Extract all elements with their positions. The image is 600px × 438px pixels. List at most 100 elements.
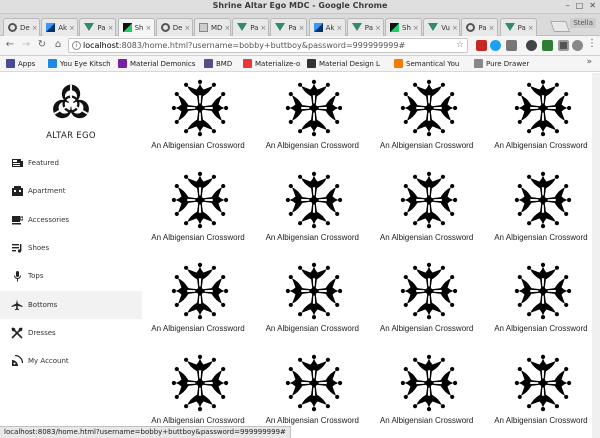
address-bar[interactable]: i localhost:8083/home.html?username=bobb…: [68, 38, 468, 53]
page-scrollbar[interactable]: [592, 73, 600, 438]
product-caption: An Albigensian Crossword: [151, 415, 245, 425]
browser-tab[interactable]: De ×: [155, 18, 193, 36]
product-card[interactable]: An Albigensian Crossword: [255, 351, 369, 438]
browser-tab[interactable]: Pa ×: [346, 18, 384, 36]
close-tab-icon[interactable]: ×: [334, 24, 342, 32]
bookmark-favicon-icon: [307, 59, 316, 68]
browser-tab[interactable]: Pa ×: [461, 18, 499, 36]
product-card[interactable]: An Albigensian Crossword: [484, 76, 598, 164]
nav-item-label: Bottoms: [28, 300, 58, 309]
bookmark-item[interactable]: You Eye Kitsch: [48, 59, 111, 68]
product-card[interactable]: An Albigensian Crossword: [255, 76, 369, 164]
vue-icon: [504, 23, 515, 32]
maximize-icon[interactable]: □: [576, 1, 584, 10]
close-tab-icon[interactable]: ×: [143, 24, 151, 32]
browser-tab[interactable]: Pa ×: [232, 18, 270, 36]
browser-tab[interactable]: Ak ×: [41, 18, 79, 36]
product-card[interactable]: An Albigensian Crossword: [141, 76, 255, 164]
product-card[interactable]: An Albigensian Crossword: [370, 259, 484, 347]
nav-item-dresses[interactable]: Dresses: [0, 319, 142, 347]
product-card[interactable]: An Albigensian Crossword: [255, 168, 369, 256]
nav-item-accessories[interactable]: Accessories: [0, 206, 142, 234]
product-card[interactable]: An Albigensian Crossword: [484, 259, 598, 347]
extension-icon[interactable]: [476, 40, 487, 51]
occitan-cross-icon: [514, 262, 572, 320]
product-card[interactable]: An Albigensian Crossword: [370, 351, 484, 438]
browser-tab[interactable]: Sh ×: [385, 18, 422, 36]
close-tab-icon[interactable]: ×: [373, 24, 381, 32]
close-tab-icon[interactable]: ×: [411, 24, 419, 32]
bookmark-item[interactable]: BMD: [204, 59, 232, 68]
product-card[interactable]: An Albigensian Crossword: [255, 259, 369, 347]
browser-tab[interactable]: De ×: [3, 18, 40, 36]
profile-button[interactable]: Stella: [570, 18, 596, 28]
close-tab-icon[interactable]: ×: [450, 24, 458, 32]
browser-tab[interactable]: Pa ×: [270, 18, 308, 36]
reload-icon[interactable]: ↻: [36, 39, 48, 50]
bookmark-item[interactable]: Materialize-o: [243, 59, 300, 68]
browser-tab[interactable]: Pa ×: [499, 18, 537, 36]
bookmark-star-icon[interactable]: ☆: [456, 39, 464, 52]
nav-item-featured[interactable]: Featured: [0, 149, 142, 177]
menu-icon[interactable]: ⋮: [586, 38, 598, 49]
bookmark-item[interactable]: Semantical You: [394, 59, 459, 68]
nav-item-apartment[interactable]: Apartment: [0, 177, 142, 205]
product-card[interactable]: An Albigensian Crossword: [484, 168, 598, 256]
close-tab-icon[interactable]: ×: [30, 24, 38, 32]
minimize-icon[interactable]: –: [566, 1, 570, 10]
twitter-icon[interactable]: [490, 40, 501, 51]
occitan-cross-icon: [400, 171, 457, 228]
extension-icon[interactable]: [572, 40, 583, 51]
bookmark-item[interactable]: Pure Drawer: [474, 59, 529, 68]
product-card[interactable]: An Albigensian Crossword: [370, 168, 484, 256]
close-tab-icon[interactable]: ×: [67, 24, 75, 32]
nav-item-bottoms[interactable]: Bottoms: [0, 290, 142, 319]
product-caption: An Albigensian Crossword: [494, 324, 588, 333]
occitan-cross-icon: [286, 171, 343, 228]
product-card[interactable]: An Albigensian Crossword: [370, 76, 484, 164]
bookmark-item[interactable]: Apps: [6, 59, 35, 68]
bookmark-item[interactable]: Material Demonics: [118, 59, 195, 68]
product-card[interactable]: An Albigensian Crossword: [484, 351, 598, 438]
close-tab-icon[interactable]: ×: [106, 24, 114, 32]
close-tab-icon[interactable]: ×: [222, 24, 230, 32]
bookmarks-overflow-icon[interactable]: »: [586, 57, 592, 67]
forward-icon[interactable]: →: [20, 39, 32, 50]
extension-icon[interactable]: [506, 40, 517, 51]
home-icon[interactable]: ⌂: [52, 39, 64, 50]
extension-icon[interactable]: [542, 40, 553, 51]
tab-label: Vu: [441, 23, 450, 32]
shrine-icon: [122, 23, 132, 32]
browser-tab[interactable]: MD ×: [194, 18, 231, 36]
cast-icon[interactable]: [558, 40, 569, 51]
occitan-cross-icon: [400, 354, 457, 411]
nav-item-shoes[interactable]: Shoes: [0, 234, 142, 262]
nav-item-tops[interactable]: Tops: [0, 262, 142, 290]
close-tab-icon[interactable]: ×: [526, 24, 534, 32]
settings-extension-icon[interactable]: [526, 40, 537, 51]
product-card[interactable]: An Albigensian Crossword: [141, 259, 255, 347]
close-tab-icon[interactable]: ×: [297, 24, 305, 32]
bookmark-label: Material Demonics: [130, 59, 196, 68]
tab-label: De: [20, 23, 30, 32]
nav-item-my-account[interactable]: My Account: [0, 347, 142, 375]
info-icon[interactable]: i: [72, 41, 81, 50]
back-icon[interactable]: ←: [4, 39, 16, 50]
airplane-icon: [11, 299, 23, 311]
product-caption: An Albigensian Crossword: [151, 141, 245, 150]
browser-tab[interactable]: Sh ×: [117, 18, 155, 36]
product-card[interactable]: An Albigensian Crossword: [141, 351, 255, 438]
new-tab-button[interactable]: [549, 21, 571, 32]
page-viewport: ALTAR EGO Featured Apartment Accessories Sh…: [0, 73, 600, 438]
browser-tab[interactable]: Pa ×: [79, 18, 117, 36]
product-card[interactable]: An Albigensian Crossword: [141, 168, 255, 256]
building-icon: [11, 185, 23, 197]
close-tab-icon[interactable]: ×: [487, 24, 495, 32]
shrine-icon: [390, 23, 399, 32]
browser-tab[interactable]: Ak ×: [308, 18, 346, 36]
close-icon[interactable]: ✕: [589, 1, 596, 10]
bookmark-item[interactable]: Material Design L: [307, 59, 380, 68]
browser-tab[interactable]: Vu ×: [423, 18, 461, 36]
close-tab-icon[interactable]: ×: [183, 24, 191, 32]
close-tab-icon[interactable]: ×: [258, 24, 266, 32]
